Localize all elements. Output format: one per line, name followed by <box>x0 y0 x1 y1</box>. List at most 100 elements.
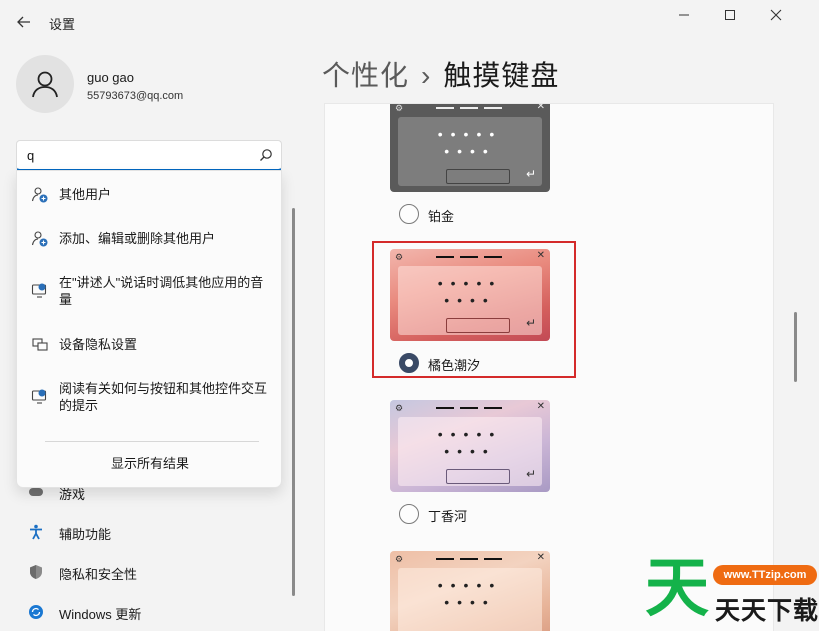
keyboard-keys: ••••• •••• ↵ <box>398 417 542 486</box>
search-input[interactable]: q <box>16 140 282 171</box>
close-button[interactable] <box>756 4 796 26</box>
keyboard-dash <box>436 107 454 109</box>
theme-radio-selected[interactable] <box>399 353 419 373</box>
windows-update-icon <box>29 605 43 619</box>
keyboard-preview: ⚙ ✕ ••••• •••• <box>390 551 550 631</box>
theme-option-orange-tide[interactable]: ⚙ ✕ ••••• •••• ↵ 橘色潮汐 <box>390 249 552 373</box>
sidebar-item-accessibility[interactable]: 辅助功能 <box>24 517 274 547</box>
breadcrumb: 个性化 › 触摸键盘 <box>322 54 559 94</box>
close-icon: ✕ <box>536 103 545 112</box>
maximize-icon <box>725 10 735 20</box>
theme-radio-row[interactable]: 丁香河 <box>390 504 552 524</box>
search-result-label: 设备隐私设置 <box>59 337 138 352</box>
keyboard-dash <box>460 107 478 109</box>
user-icon <box>32 71 58 98</box>
keyboard-preview: ⚙ ✕ ••••• •••• ↵ <box>390 249 550 341</box>
keyboard-dash <box>436 407 454 409</box>
spacebar-key <box>446 318 510 333</box>
gear-icon: ⚙ <box>395 103 404 113</box>
user-profile[interactable]: guo gao 55793673@qq.com <box>16 55 286 117</box>
theme-option-platinum[interactable]: ⚙ ✕ ••••• •••• ↵ 铂金 <box>390 103 552 224</box>
sidebar-scrollbar[interactable] <box>292 208 295 596</box>
close-icon: ✕ <box>536 552 545 563</box>
avatar <box>16 55 74 113</box>
watermark-big-char: 天 <box>645 552 709 626</box>
narrator-icon <box>31 389 47 404</box>
profile-name: guo gao <box>87 70 134 85</box>
close-icon <box>770 9 782 21</box>
enter-icon: ↵ <box>525 467 536 481</box>
keyboard-keys: ••••• •••• ↵ <box>398 117 542 186</box>
enter-icon: ↵ <box>525 167 536 181</box>
keyboard-dash <box>460 407 478 409</box>
keyboard-dash <box>460 256 478 258</box>
key-row: ••••• <box>437 126 503 142</box>
search-result-label: 阅读有关如何与按钮和其他控件交互的提示 <box>59 381 268 413</box>
theme-label: 丁香河 <box>428 509 468 524</box>
keyboard-preview-topbar: ⚙ ✕ <box>390 103 550 116</box>
search-result-label: 在"讲述人"说话时调低其他应用的音量 <box>59 275 264 307</box>
keyboard-dash <box>484 256 502 258</box>
add-user-icon <box>31 187 48 203</box>
profile-email: 55793673@qq.com <box>87 90 184 102</box>
search-result-item[interactable]: 添加、编辑或删除其他用户 <box>17 229 283 249</box>
keyboard-dash <box>484 407 502 409</box>
theme-label: 铂金 <box>428 209 455 224</box>
key-row: •••• <box>444 292 496 308</box>
keyboard-preview: ⚙ ✕ ••••• •••• ↵ <box>390 103 550 192</box>
enter-icon: ↵ <box>525 316 536 330</box>
theme-radio[interactable] <box>399 504 419 524</box>
spacebar-key <box>446 469 510 484</box>
sidebar-item-label: 隐私和安全性 <box>59 567 138 582</box>
keyboard-dash <box>460 558 478 560</box>
spacebar-key <box>446 169 510 184</box>
key-row: •••• <box>444 443 496 459</box>
key-row: ••••• <box>437 275 503 291</box>
keyboard-dash <box>484 558 502 560</box>
back-button[interactable] <box>10 10 38 34</box>
keyboard-preview: ⚙ ✕ ••••• •••• ↵ <box>390 400 550 492</box>
minimize-icon <box>679 14 689 16</box>
search-result-item[interactable]: 其他用户 <box>17 185 283 205</box>
sidebar-item-windows-update[interactable]: Windows 更新 <box>24 597 274 627</box>
search-result-item[interactable]: 阅读有关如何与按钮和其他控件交互的提示 <box>17 379 283 415</box>
show-all-results-button[interactable]: 显示所有结果 <box>17 453 283 472</box>
theme-label: 橘色潮汐 <box>428 358 481 373</box>
watermark-text: 天天下载 <box>715 597 819 625</box>
key-row: ••••• <box>437 577 503 593</box>
key-row: ••••• <box>437 426 503 442</box>
sidebar-item-label: 辅助功能 <box>59 527 112 542</box>
search-result-item[interactable]: 设备隐私设置 <box>17 335 283 355</box>
keyboard-preview-topbar: ⚙ ✕ <box>390 400 550 416</box>
keyboard-preview-topbar: ⚙ ✕ <box>390 249 550 265</box>
theme-radio-row[interactable]: 铂金 <box>390 204 552 224</box>
close-icon: ✕ <box>536 401 545 412</box>
dropdown-divider <box>45 441 259 442</box>
keyboard-preview-topbar: ⚙ ✕ <box>390 551 550 567</box>
search-input-value: q <box>27 148 35 163</box>
narrator-icon <box>31 283 47 298</box>
watermark-logo: 天 www.TTzip.com 天天下载 <box>645 553 819 631</box>
search-result-item[interactable]: 在"讲述人"说话时调低其他应用的音量 <box>17 273 283 309</box>
minimize-button[interactable] <box>664 4 704 26</box>
search-result-label: 添加、编辑或删除其他用户 <box>59 231 216 246</box>
theme-radio-row[interactable]: 橘色潮汐 <box>390 353 552 373</box>
title-bar: 设置 <box>0 0 819 44</box>
gear-icon: ⚙ <box>395 252 404 262</box>
content-scrollbar[interactable] <box>794 312 797 382</box>
close-icon: ✕ <box>536 250 545 261</box>
key-row: •••• <box>444 594 496 610</box>
maximize-button[interactable] <box>710 4 750 26</box>
gear-icon: ⚙ <box>395 403 404 413</box>
theme-option-lilac-river[interactable]: ⚙ ✕ ••••• •••• ↵ 丁香河 <box>390 400 552 524</box>
theme-radio[interactable] <box>399 204 419 224</box>
breadcrumb-parent[interactable]: 个性化 <box>322 60 409 91</box>
keyboard-keys: ••••• •••• <box>398 568 542 631</box>
device-privacy-icon <box>32 338 48 351</box>
theme-option-peach[interactable]: ⚙ ✕ ••••• •••• <box>390 551 552 631</box>
sidebar-item-privacy-security[interactable]: 隐私和安全性 <box>24 557 274 587</box>
sidebar-item-label: Windows 更新 <box>59 607 142 622</box>
search-results-dropdown: 其他用户 添加、编辑或删除其他用户 在"讲述人"说话时调低其他应用的音量 设备隐… <box>16 170 282 488</box>
search-icon[interactable] <box>259 148 273 162</box>
watermark-site: www.TTzip.com <box>713 565 817 585</box>
